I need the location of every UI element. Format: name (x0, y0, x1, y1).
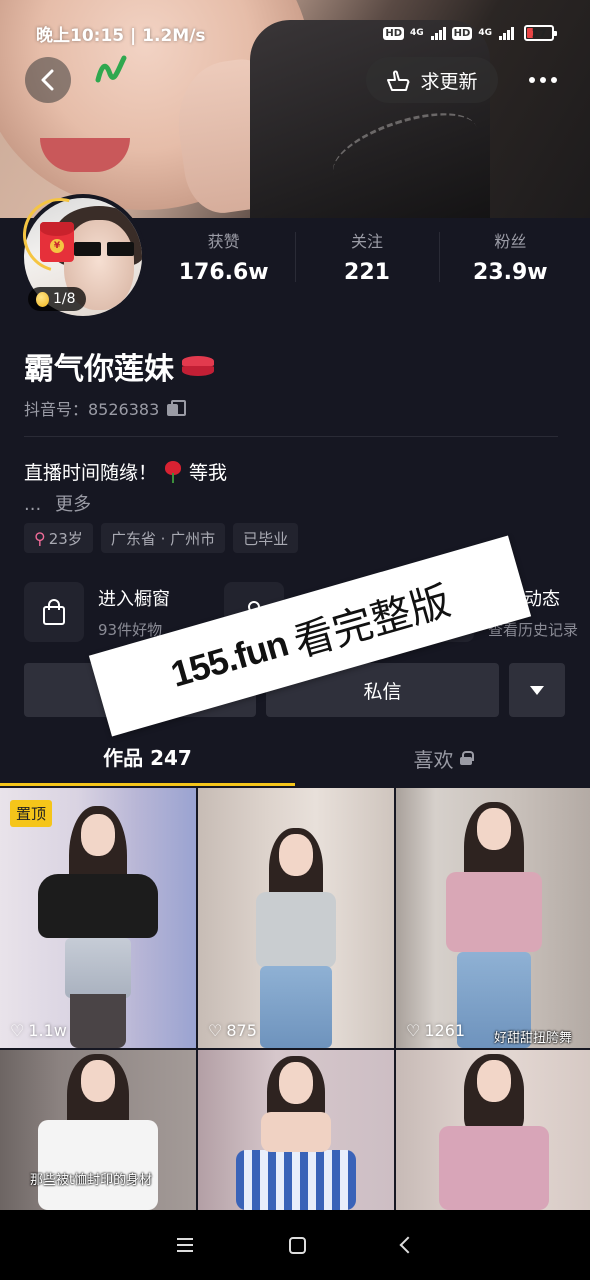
video-thumbnail[interactable]: ♡ 875 (198, 788, 394, 1048)
request-update-label: 求更新 (420, 70, 478, 93)
chevron-left-icon (41, 69, 54, 91)
copy-icon[interactable] (167, 400, 187, 416)
tag-age-text: 23岁 (48, 529, 83, 548)
divider (24, 436, 558, 437)
stat-label: 获赞 (207, 232, 240, 251)
system-back-button[interactable] (399, 1236, 416, 1254)
like-count: ♡ 1261 (406, 1021, 465, 1040)
tab-works-label: 作品 247 (103, 746, 192, 770)
more-link[interactable]: 更多 (55, 494, 91, 515)
shopping-bag-icon (24, 582, 84, 642)
recent-apps-button[interactable] (176, 1238, 193, 1252)
account-id: 抖音号：8526383 (24, 396, 187, 420)
battery-icon: 17 (524, 25, 557, 41)
bio: 直播时间随缘！ 等我 (24, 458, 227, 485)
heart-icon: ♡ (208, 1020, 223, 1040)
home-button[interactable] (288, 1236, 306, 1254)
stat-value: 221 (344, 260, 390, 285)
female-icon: ⚲ (34, 528, 46, 548)
status-time: 晚上10:15 | 1.2M/s (36, 25, 206, 46)
bio-text: 直播时间随缘！ (24, 462, 158, 484)
pinned-badge: 置顶 (10, 800, 53, 827)
nickname: 霸气你莲妹 (24, 344, 216, 388)
battery-level: 17 (531, 26, 547, 40)
back-button[interactable] (25, 57, 71, 103)
nickname-text: 霸气你莲妹 (24, 352, 174, 387)
tab-likes[interactable]: 喜欢 (295, 730, 590, 786)
watermark-url: 155.fun (166, 622, 292, 695)
rose-icon (163, 460, 183, 483)
bio-tail: 等我 (189, 462, 228, 484)
more-options-button[interactable] (520, 62, 566, 98)
recommend-dropdown-button[interactable] (509, 663, 565, 717)
status-icons: HD 4G HD 4G 17 (383, 25, 557, 41)
doodle-icon (95, 55, 127, 83)
profile-stats: 获赞 176.6w 关注 221 粉丝 23.9w (152, 228, 582, 285)
bio-expand[interactable]: ... 更多 (24, 490, 91, 516)
feature-title: 进入橱窗 (98, 588, 170, 610)
video-thumbnail[interactable] (198, 1050, 394, 1210)
heart-icon: ♡ (406, 1020, 421, 1040)
coin-progress: 1/8 (53, 291, 76, 307)
caret-down-icon (530, 685, 544, 695)
network-type: 4G (410, 27, 424, 38)
stat-value: 176.6w (178, 260, 269, 285)
tab-likes-label: 喜欢 (413, 747, 454, 772)
stat-following[interactable]: 关注 221 (295, 228, 438, 285)
signal-icon (499, 26, 514, 40)
stat-followers[interactable]: 粉丝 23.9w (438, 228, 582, 285)
system-nav-bar (0, 1210, 590, 1280)
hd-badge: HD (383, 26, 405, 40)
red-packet-icon[interactable]: ¥ (40, 222, 74, 262)
tag-location: 广东省 · 广州市 (100, 523, 226, 553)
hd-badge: HD (451, 26, 473, 40)
pointing-hand-icon (387, 70, 410, 91)
stat-label: 关注 (350, 232, 383, 251)
tag-age: ⚲ 23岁 (24, 523, 93, 553)
like-count-text: 1.1w (28, 1021, 67, 1040)
video-grid: 置顶 ♡ 1.1w ♡ 875 ♡ 1261 好甜甜扭胯舞 那些被t恤封印的身材 (0, 788, 590, 1210)
video-thumbnail[interactable]: 置顶 ♡ 1.1w (0, 788, 196, 1048)
kiss-lips-icon (180, 354, 216, 378)
account-id-text: 抖音号：8526383 (24, 400, 160, 419)
lock-icon (459, 751, 474, 765)
tab-works[interactable]: 作品 247 (0, 730, 295, 786)
content-tabs: 作品 247 喜欢 (0, 730, 590, 786)
network-type: 4G (478, 27, 492, 38)
video-thumbnail[interactable]: ♡ 1261 好甜甜扭胯舞 (396, 788, 590, 1048)
like-count-text: 1261 (424, 1021, 466, 1040)
status-bar: 晚上10:15 | 1.2M/s HD 4G HD 4G 17 (0, 0, 590, 52)
ellipsis: ... (24, 494, 42, 515)
request-update-button[interactable]: 求更新 (366, 57, 498, 103)
like-count: ♡ 1.1w (10, 1021, 67, 1040)
video-thumbnail[interactable]: 那些被t恤封印的身材 (0, 1050, 196, 1210)
stat-label: 粉丝 (494, 232, 527, 251)
video-caption: 那些被t恤封印的身材 (30, 1173, 153, 1188)
like-count-text: 875 (226, 1021, 257, 1040)
tag-education: 已毕业 (233, 523, 299, 553)
coin-progress-badge[interactable]: 1/8 (28, 287, 86, 311)
coin-icon (36, 291, 49, 307)
stat-value: 23.9w (473, 260, 548, 285)
profile-tags: ⚲ 23岁 广东省 · 广州市 已毕业 (24, 523, 299, 553)
stat-likes[interactable]: 获赞 176.6w (152, 228, 295, 285)
signal-icon (430, 26, 446, 40)
like-count: ♡ 875 (208, 1021, 257, 1040)
heart-icon: ♡ (10, 1020, 25, 1040)
video-thumbnail[interactable] (396, 1050, 590, 1210)
video-caption: 好甜甜扭胯舞 (493, 1031, 572, 1046)
